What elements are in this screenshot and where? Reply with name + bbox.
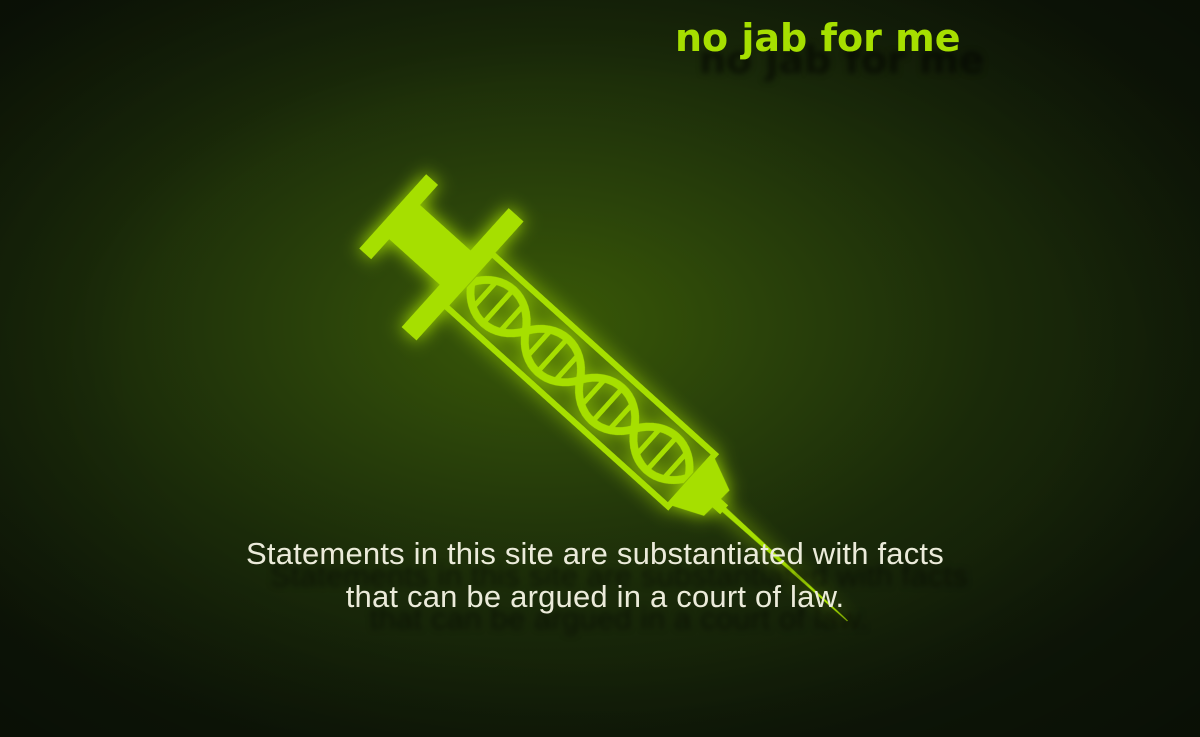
statement-line-1: Statements in this site are substantiate… [246,536,944,571]
statement-line-2: that can be argued in a court of law. [345,579,845,614]
statement-text: Statements in this site are substantiate… [150,532,1040,618]
page: { "header": { "title": "no jab for me" }… [0,0,1200,737]
dna-syringe-icon [359,174,848,622]
